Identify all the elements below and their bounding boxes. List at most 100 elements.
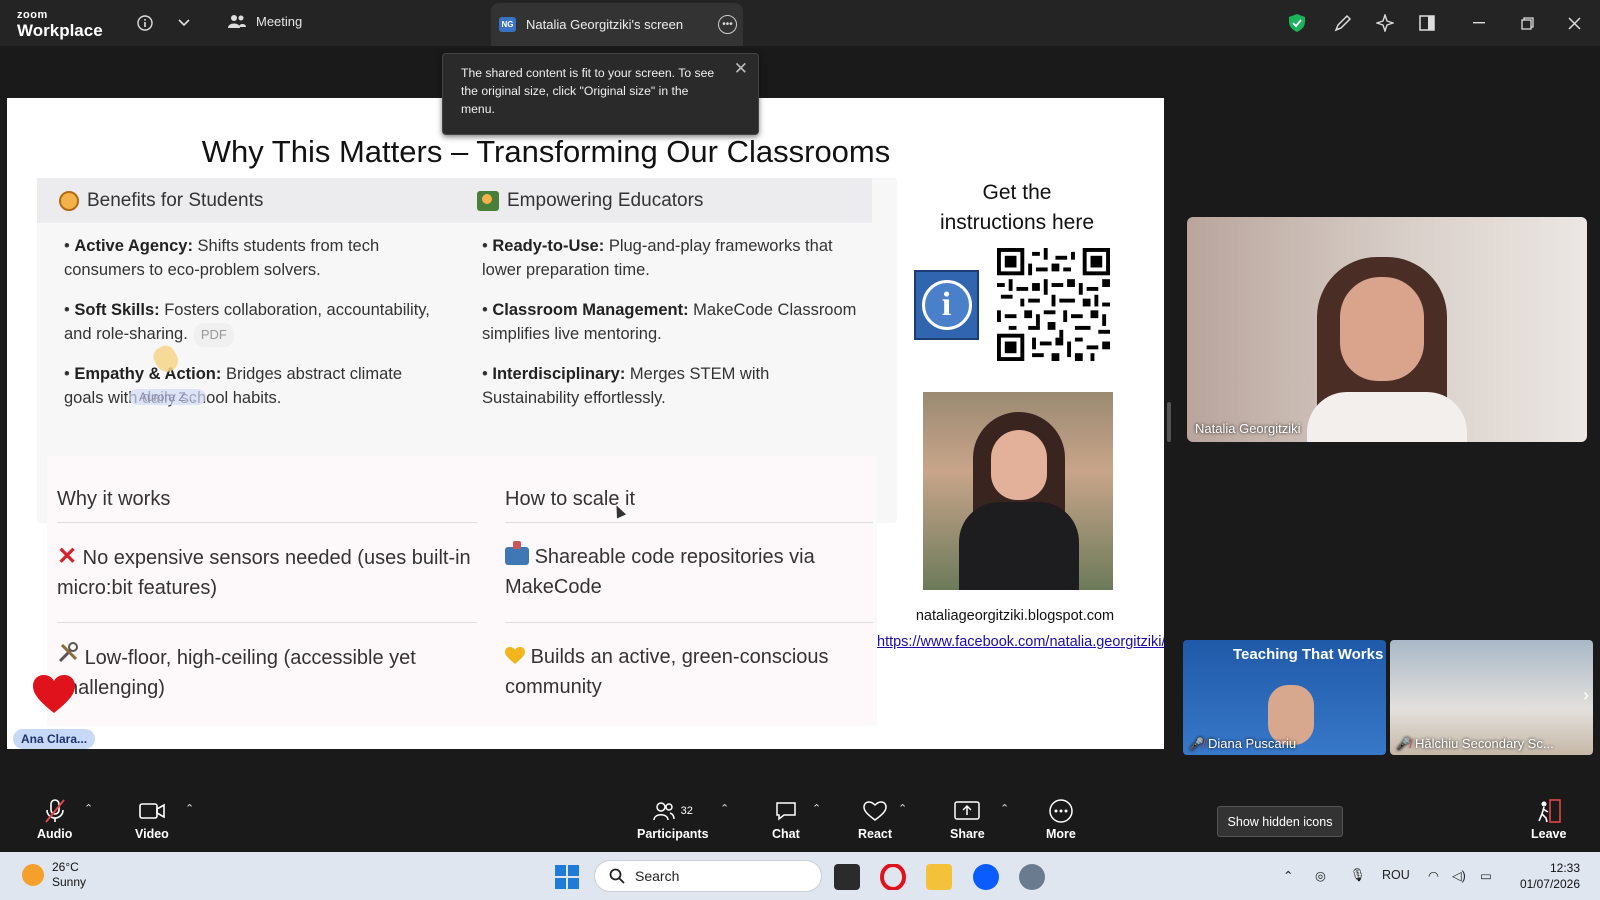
weather-widget[interactable]: 26°C Sunny xyxy=(22,860,86,890)
share-label: Share xyxy=(950,827,985,841)
battery-icon[interactable]: ▭ xyxy=(1480,868,1492,883)
chevron-down-icon[interactable] xyxy=(173,12,195,34)
chat-options-icon[interactable]: ⌃ xyxy=(812,802,821,815)
pen-icon[interactable] xyxy=(1332,12,1354,34)
chat-label: Chat xyxy=(772,827,800,841)
react-button[interactable]: React xyxy=(858,798,892,841)
weather-condition: Sunny xyxy=(52,875,87,889)
task-view-icon[interactable] xyxy=(834,864,860,890)
scale-item-text: Builds an active, green-conscious commun… xyxy=(505,646,829,698)
participant-name-text: Hălchiu Secondary Sc... xyxy=(1414,736,1554,751)
facebook-link[interactable]: https://www.facebook.com/natalia.georgit… xyxy=(877,632,1164,653)
meeting-controls: Audio ⌃ Video ⌃ 32 Participants ⌃ Chat ⌃… xyxy=(0,790,1600,852)
benefit-item: • Soft Skills: Fosters collaboration, ac… xyxy=(64,298,444,347)
divider xyxy=(57,622,477,623)
why-header: Why it works xyxy=(57,488,171,510)
heart-icon xyxy=(863,798,887,824)
shared-screen-label: Natalia Georgitziki's screen xyxy=(526,17,684,32)
benefit-term: Empathy & Action: xyxy=(74,365,222,383)
audio-label: Audio xyxy=(37,827,73,841)
scale-item: Builds an active, green-conscious commun… xyxy=(505,642,865,702)
share-options-icon[interactable]: ⌃ xyxy=(1000,802,1009,815)
thumb-title: Teaching That Works xyxy=(1233,646,1384,663)
audio-button[interactable]: Audio xyxy=(37,798,72,841)
participants-button[interactable]: 32 Participants xyxy=(637,798,709,841)
next-page-icon[interactable]: › xyxy=(1583,685,1589,706)
benefit-item: • Active Agency: Shifts students from te… xyxy=(64,237,380,279)
qr-code[interactable] xyxy=(997,248,1110,361)
tab-shared-screen[interactable]: NG Natalia Georgitziki's screen ••• xyxy=(491,3,743,46)
microphone-icon[interactable]: 🎙 xyxy=(1350,868,1366,883)
cross-mark-icon: ✕ xyxy=(57,543,78,570)
shared-slide: Why This Matters – Transforming Our Clas… xyxy=(7,98,1164,749)
inbox-tray-icon xyxy=(505,541,529,565)
participant-video-tile[interactable]: 🎤̸ Hălchiu Secondary Sc... › xyxy=(1390,640,1593,755)
people-icon xyxy=(228,15,246,28)
system-clock[interactable]: 12:33 01/07/2026 xyxy=(1510,860,1580,892)
info-icon[interactable] xyxy=(134,12,156,34)
info-icon: i xyxy=(914,270,979,340)
annotator-tag: Ana Clara... xyxy=(13,729,96,749)
fit-to-screen-tooltip: The shared content is fit to your screen… xyxy=(442,53,759,135)
mic-muted-icon: 🎤̸ xyxy=(1396,736,1411,751)
chat-button[interactable]: Chat xyxy=(772,798,800,841)
benefit-term: Soft Skills: xyxy=(74,301,160,319)
ai-companion-icon[interactable] xyxy=(1374,12,1396,34)
speaker-video-tile[interactable]: Natalia Georgitziki xyxy=(1187,217,1587,442)
leave-icon xyxy=(1536,798,1562,824)
participant-name: 🎤̸ Hălchiu Secondary Sc... xyxy=(1396,736,1554,751)
participants-icon: 32 xyxy=(652,798,693,824)
presenter-photo xyxy=(923,392,1113,590)
top-bar: zoom Workplace Meeting NG Natalia Georgi… xyxy=(0,0,1600,46)
close-icon[interactable] xyxy=(1563,12,1585,34)
blog-url: nataliageorgitziki.blogspot.com xyxy=(915,608,1115,624)
leave-button[interactable]: Leave xyxy=(1531,798,1566,841)
participant-video-tile[interactable]: Teaching That Works 🎤̸ Diana Puscariu xyxy=(1183,640,1386,755)
opera-icon[interactable] xyxy=(880,863,906,891)
file-explorer-icon[interactable] xyxy=(926,864,952,890)
audio-options-icon[interactable]: ⌃ xyxy=(84,802,93,815)
restore-icon[interactable] xyxy=(1516,12,1538,34)
video-button[interactable]: Video xyxy=(135,798,169,841)
zoom-logo: zoom Workplace xyxy=(17,10,103,40)
participants-options-icon[interactable]: ⌃ xyxy=(720,802,729,815)
settings-gear-icon[interactable] xyxy=(1019,864,1045,890)
shield-icon[interactable] xyxy=(1286,12,1308,34)
divider xyxy=(505,622,873,623)
security-tray-icon[interactable]: ◎ xyxy=(1315,868,1326,883)
slide-title: Why This Matters – Transforming Our Clas… xyxy=(7,134,1164,170)
split-drag-handle[interactable] xyxy=(1167,402,1171,442)
react-options-icon[interactable]: ⌃ xyxy=(898,802,907,815)
tooltip-close-icon[interactable]: ✕ xyxy=(734,60,748,78)
more-button[interactable]: More xyxy=(1046,798,1076,841)
language-indicator[interactable]: ROU xyxy=(1382,868,1410,882)
windows-start-icon[interactable] xyxy=(555,865,579,889)
chevron-up-icon[interactable]: ⌃ xyxy=(1283,868,1293,883)
share-button[interactable]: Share xyxy=(950,798,985,841)
layout-icon[interactable] xyxy=(1416,12,1438,34)
share-screen-icon xyxy=(954,798,981,824)
speaker-name: Natalia Georgitziki xyxy=(1195,421,1301,436)
more-icon xyxy=(1049,798,1073,824)
video-label: Video xyxy=(135,827,169,841)
mic-muted-icon: 🎤̸ xyxy=(1189,736,1204,751)
minimize-icon[interactable] xyxy=(1468,12,1490,34)
educator-term: Classroom Management: xyxy=(492,301,689,319)
benefit-term: Active Agency: xyxy=(74,237,193,255)
more-options-icon[interactable]: ••• xyxy=(718,15,737,34)
search-icon xyxy=(609,868,625,884)
volume-icon[interactable]: ◁) xyxy=(1452,868,1466,883)
participants-count: 32 xyxy=(680,805,693,817)
taskbar-search[interactable]: Search xyxy=(594,860,822,892)
wifi-icon[interactable]: ◠ xyxy=(1428,868,1439,883)
mic-muted-icon xyxy=(44,798,65,824)
meeting-button[interactable]: Meeting xyxy=(228,13,302,29)
why-scale-panel: Why it works How to scale it ✕ No expens… xyxy=(47,456,877,726)
video-options-icon[interactable]: ⌃ xyxy=(185,802,194,815)
chat-icon xyxy=(775,798,797,824)
participant-name-text: Diana Puscariu xyxy=(1207,736,1297,751)
benefits-header-text: Benefits for Students xyxy=(87,190,264,211)
why-item: Low-floor, high-ceiling (accessible yet … xyxy=(57,642,477,703)
zoom-app-icon[interactable] xyxy=(973,864,999,890)
educator-term: Ready-to-Use: xyxy=(492,237,605,255)
